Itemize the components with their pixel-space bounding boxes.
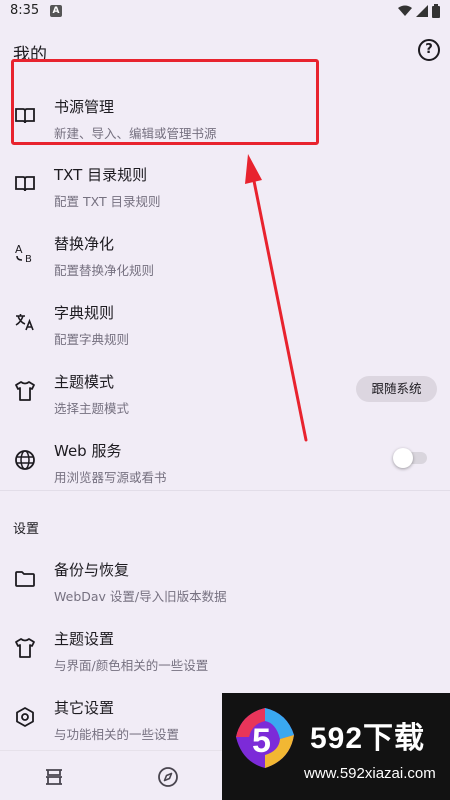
watermark-title: 592下载 [310, 722, 426, 755]
watermark-emblem: 5 [236, 708, 294, 768]
watermark-logo: 5 592下载 www.592xiazai.com [222, 693, 450, 800]
watermark-url: www.592xiazai.com [304, 765, 436, 782]
annotation-arrow [245, 154, 308, 442]
watermark-number: 5 [252, 722, 271, 760]
